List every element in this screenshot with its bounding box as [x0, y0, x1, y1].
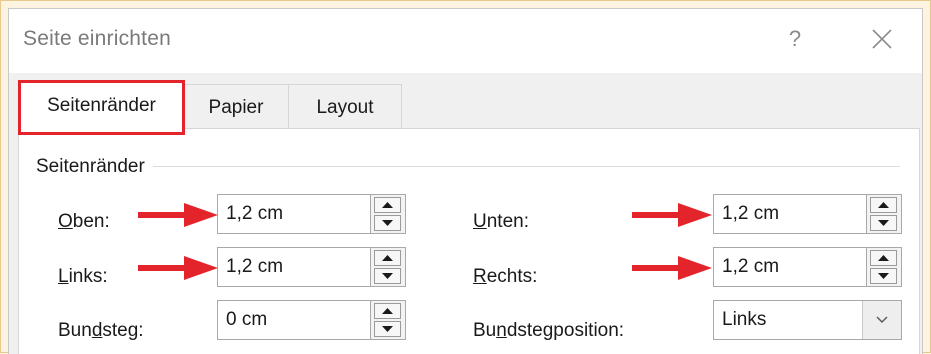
oben-label: Oben: — [58, 211, 110, 232]
spin-up-icon[interactable] — [870, 250, 897, 266]
spin-up-icon[interactable] — [374, 197, 401, 213]
spin-down-icon[interactable] — [374, 321, 401, 337]
close-icon[interactable] — [867, 24, 897, 54]
links-label: Links: — [58, 266, 108, 287]
links-spinner[interactable] — [370, 248, 405, 286]
unten-spinner[interactable] — [866, 195, 901, 233]
tab-seitenraender[interactable]: Seitenränder — [18, 80, 185, 135]
rechts-input[interactable]: 1,2 cm — [713, 247, 902, 287]
tab-label: Layout — [316, 97, 374, 118]
tab-label: Papier — [208, 97, 264, 118]
rechts-label: Rechts: — [473, 266, 538, 287]
tab-layout[interactable]: Layout — [288, 84, 402, 129]
chevron-down-icon[interactable] — [862, 301, 901, 339]
bundstegposition-select[interactable]: Links — [713, 300, 902, 340]
bundsteg-spinner[interactable] — [370, 301, 405, 339]
spin-up-icon[interactable] — [374, 303, 401, 319]
spin-down-icon[interactable] — [374, 215, 401, 231]
spin-down-icon[interactable] — [870, 215, 897, 231]
tab-label: Seitenränder — [47, 95, 156, 116]
red-arrow-icon — [138, 203, 218, 227]
spin-up-icon[interactable] — [374, 250, 401, 266]
dialog-title: Seite einrichten — [23, 27, 171, 50]
unten-input[interactable]: 1,2 cm — [713, 194, 902, 234]
help-icon[interactable]: ? — [781, 21, 809, 57]
red-arrow-icon — [138, 256, 218, 280]
group-divider — [36, 166, 900, 167]
oben-spinner[interactable] — [370, 195, 405, 233]
red-arrow-icon — [632, 203, 712, 227]
bundstegposition-label: Bundstegposition: — [473, 320, 625, 341]
unten-label: Unten: — [473, 211, 529, 232]
spin-down-icon[interactable] — [374, 268, 401, 284]
oben-input[interactable]: 1,2 cm — [217, 194, 406, 234]
group-label: Seitenränder — [36, 156, 153, 178]
bundsteg-input[interactable]: 0 cm — [217, 300, 406, 340]
spin-up-icon[interactable] — [870, 197, 897, 213]
tab-papier[interactable]: Papier — [182, 84, 290, 129]
links-input[interactable]: 1,2 cm — [217, 247, 406, 287]
red-arrow-icon — [632, 256, 712, 280]
spin-down-icon[interactable] — [870, 268, 897, 284]
rechts-spinner[interactable] — [866, 248, 901, 286]
bundsteg-label: Bundsteg: — [58, 320, 144, 341]
